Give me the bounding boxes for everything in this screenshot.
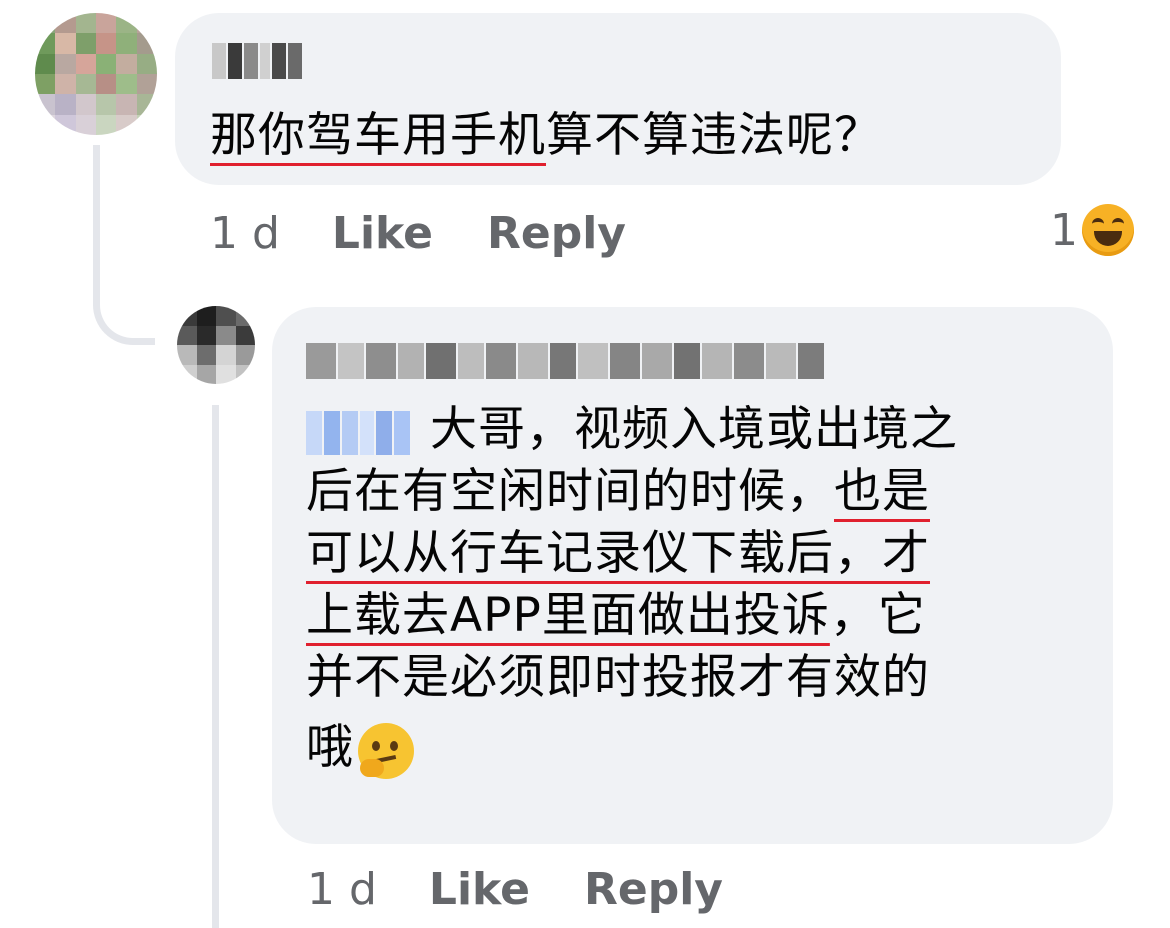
comment-actions-2: 1 d Like Reply <box>307 864 777 915</box>
reply-button[interactable]: Reply <box>487 208 626 259</box>
comment-text-2-line1: 大哥，视频入境或出境之 <box>306 399 1086 461</box>
comment-text-1: 那你驾车用手机算不算违法呢？ <box>210 105 882 167</box>
like-button[interactable]: Like <box>332 208 433 259</box>
comment-bubble-2[interactable]: 大哥，视频入境或出境之 后在有空闲时间的时候，也是 可以从行车记录仪下载后，才 … <box>272 307 1113 844</box>
comment-text-2: 大哥，视频入境或出境之 后在有空闲时间的时候，也是 可以从行车记录仪下载后，才 … <box>306 399 1086 779</box>
thread-curve-reply <box>93 290 155 345</box>
avatar-commenter-1[interactable] <box>35 13 157 135</box>
comment-text-1-rest: 算不算违法呢？ <box>546 108 882 163</box>
comment-time-1[interactable]: 1 d <box>210 208 280 259</box>
comment-text-2-line3: 可以从行车记录仪下载后，才 <box>306 526 930 581</box>
reaction-summary-1[interactable]: 1 <box>1050 204 1134 256</box>
comment-text-2-line2: 后在有空闲时间的时候，也是 <box>306 464 930 519</box>
reply-button[interactable]: Reply <box>584 864 723 915</box>
author-name-blurred[interactable] <box>306 343 824 379</box>
laughing-emoji-icon <box>1082 204 1134 256</box>
like-button[interactable]: Like <box>429 864 530 915</box>
comment-text-1-underlined: 那你驾车用手机 <box>210 108 546 163</box>
thinking-emoji-icon <box>358 722 414 779</box>
mention-blurred[interactable] <box>306 410 410 455</box>
comment-text-2-line6: 哦 <box>306 717 1086 779</box>
comment-text-2-line4: 上载去APP里面做出投诉，它 <box>306 588 926 643</box>
comment-actions-1: 1 d Like Reply <box>210 208 680 259</box>
thread-line-main <box>93 145 100 295</box>
author-name-blurred[interactable] <box>212 43 302 79</box>
comment-text-2-line5: 并不是必须即时投报才有效的 <box>306 650 930 705</box>
reaction-count: 1 <box>1050 204 1078 256</box>
thread-line-reply <box>212 405 219 928</box>
comment-bubble-1[interactable]: 那你驾车用手机算不算违法呢？ <box>175 13 1061 185</box>
comment-time-2[interactable]: 1 d <box>307 864 377 915</box>
avatar-commenter-2[interactable] <box>177 306 255 384</box>
